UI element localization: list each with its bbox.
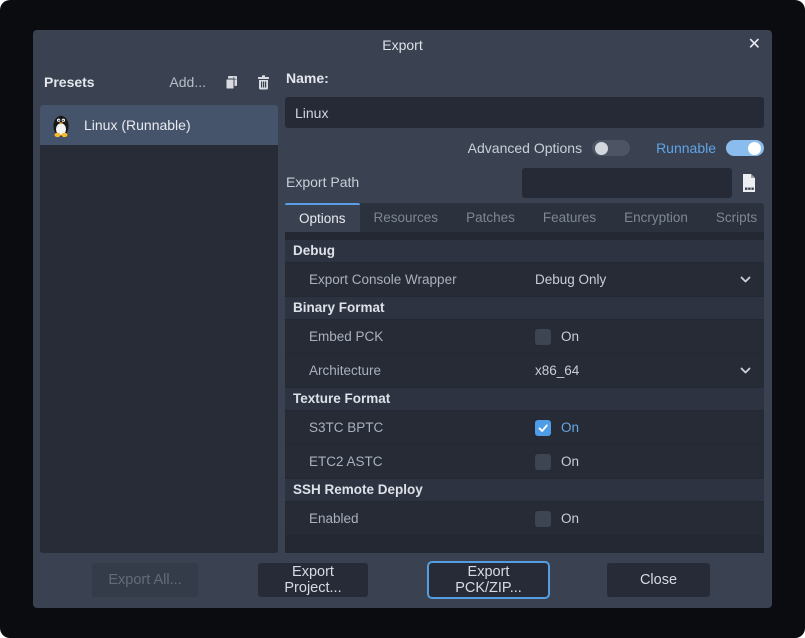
etc2-astc-checkbox[interactable] bbox=[535, 454, 551, 470]
trash-icon bbox=[255, 74, 272, 91]
tab-features[interactable]: Features bbox=[529, 203, 610, 232]
export-path-input[interactable] bbox=[522, 168, 732, 198]
tab-patches[interactable]: Patches bbox=[452, 203, 529, 232]
linux-tux-icon bbox=[48, 112, 74, 138]
property-label: S3TC BPTC bbox=[285, 420, 535, 435]
toggle-row: Advanced Options Runnable bbox=[468, 137, 764, 159]
check-icon bbox=[537, 422, 549, 434]
property-row: Enabled On bbox=[285, 502, 764, 535]
tab-encryption[interactable]: Encryption bbox=[610, 203, 702, 232]
export-console-wrapper-dropdown[interactable]: Debug Only bbox=[535, 272, 764, 287]
delete-preset-button[interactable] bbox=[254, 73, 272, 91]
section-header-texture-format: Texture Format bbox=[285, 388, 764, 410]
property-label: Embed PCK bbox=[285, 329, 535, 344]
tab-scripts[interactable]: Scripts bbox=[702, 203, 771, 232]
embed-pck-checkbox[interactable] bbox=[535, 329, 551, 345]
presets-header: Presets Add... bbox=[41, 70, 278, 94]
tab-bar: Options Resources Patches Features Encry… bbox=[285, 203, 764, 232]
property-label: Enabled bbox=[285, 511, 535, 526]
section-header-ssh-remote-deploy: SSH Remote Deploy bbox=[285, 479, 764, 501]
duplicate-preset-button[interactable] bbox=[222, 73, 240, 91]
runnable-toggle[interactable] bbox=[726, 140, 764, 156]
checkbox-label: On bbox=[561, 511, 579, 526]
export-path-row: Export Path bbox=[285, 168, 764, 198]
options-panel: Debug Export Console Wrapper Debug Only … bbox=[285, 232, 764, 553]
property-label: ETC2 ASTC bbox=[285, 454, 535, 469]
runnable-label: Runnable bbox=[656, 140, 716, 156]
export-path-label: Export Path bbox=[286, 174, 359, 190]
add-preset-button[interactable]: Add... bbox=[169, 74, 206, 90]
name-input[interactable] bbox=[285, 97, 764, 128]
right-column: Name: Advanced Options Runnable Export P… bbox=[285, 30, 764, 608]
section-header-binary-format: Binary Format bbox=[285, 297, 764, 319]
section-header-debug: Debug bbox=[285, 240, 764, 262]
advanced-options-label: Advanced Options bbox=[468, 140, 582, 156]
property-label: Export Console Wrapper bbox=[285, 272, 535, 287]
chevron-down-icon bbox=[739, 364, 752, 377]
export-dialog: Export ✕ Presets Add... bbox=[33, 30, 772, 608]
property-row: Architecture x86_64 bbox=[285, 354, 764, 387]
property-row: S3TC BPTC On bbox=[285, 411, 764, 444]
ssh-enabled-checkbox[interactable] bbox=[535, 511, 551, 527]
file-browse-icon bbox=[740, 173, 758, 193]
toggle-knob bbox=[748, 142, 761, 155]
export-project-button[interactable]: Export Project... bbox=[258, 563, 368, 597]
architecture-dropdown[interactable]: x86_64 bbox=[535, 363, 764, 378]
tab-options[interactable]: Options bbox=[285, 203, 360, 232]
property-value: On bbox=[535, 454, 764, 470]
checkbox-label: On bbox=[561, 420, 579, 435]
browse-path-button[interactable] bbox=[736, 169, 762, 197]
property-row: Export Console Wrapper Debug Only bbox=[285, 263, 764, 296]
close-button[interactable]: Close bbox=[607, 563, 710, 597]
preset-item-linux[interactable]: Linux (Runnable) bbox=[40, 105, 278, 145]
export-all-button: Export All... bbox=[92, 563, 198, 597]
window-background: Export ✕ Presets Add... bbox=[0, 0, 805, 638]
checkbox-label: On bbox=[561, 329, 579, 344]
property-row: ETC2 ASTC On bbox=[285, 445, 764, 478]
export-pck-zip-button[interactable]: Export PCK/ZIP... bbox=[429, 563, 548, 597]
property-value: On bbox=[535, 420, 764, 436]
name-label: Name: bbox=[286, 70, 329, 86]
chevron-down-icon bbox=[739, 273, 752, 286]
preset-list: Linux (Runnable) bbox=[40, 105, 278, 553]
checkbox-label: On bbox=[561, 454, 579, 469]
tab-resources[interactable]: Resources bbox=[360, 203, 453, 232]
dropdown-value: Debug Only bbox=[535, 272, 606, 287]
dropdown-value: x86_64 bbox=[535, 363, 579, 378]
property-row: Embed PCK On bbox=[285, 320, 764, 353]
property-value: On bbox=[535, 511, 764, 527]
property-value: On bbox=[535, 329, 764, 345]
toggle-knob bbox=[595, 142, 608, 155]
advanced-options-toggle[interactable] bbox=[592, 140, 630, 156]
property-label: Architecture bbox=[285, 363, 535, 378]
s3tc-bptc-checkbox[interactable] bbox=[535, 420, 551, 436]
duplicate-icon bbox=[223, 74, 240, 91]
preset-item-label: Linux (Runnable) bbox=[84, 117, 191, 133]
presets-heading: Presets bbox=[44, 74, 95, 90]
